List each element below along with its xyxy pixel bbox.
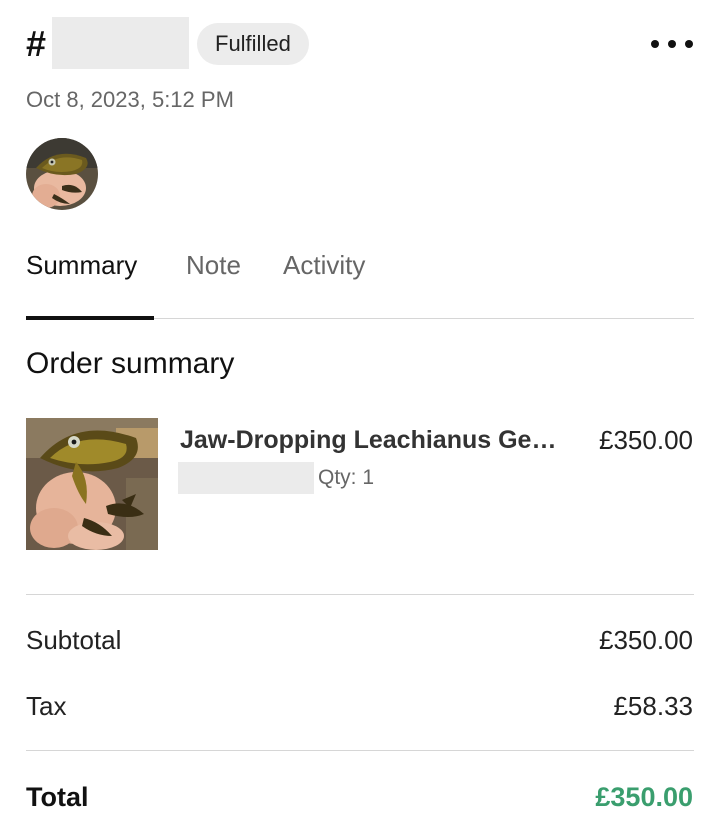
gecko-thumbnail-image — [26, 138, 98, 210]
status-badge: Fulfilled — [197, 23, 309, 65]
tax-label: Tax — [26, 691, 67, 721]
tax-value: £58.33 — [613, 691, 693, 721]
buyer-avatar[interactable] — [26, 138, 98, 210]
dot — [685, 40, 693, 48]
order-number-redacted — [52, 17, 189, 69]
item-variant-redacted — [178, 462, 314, 494]
tab-note[interactable]: Note — [186, 248, 241, 282]
divider — [26, 594, 694, 595]
item-title-link[interactable]: Jaw-Dropping Leachianus Gecko — [180, 422, 570, 458]
tab-summary[interactable]: Summary — [26, 248, 137, 282]
section-title: Order summary — [26, 347, 235, 380]
active-tab-indicator — [26, 316, 154, 320]
dot — [651, 40, 659, 48]
total-label: Total — [26, 782, 89, 812]
subtotal-value: £350.00 — [599, 625, 693, 655]
tab-activity[interactable]: Activity — [283, 248, 365, 282]
dot — [668, 40, 676, 48]
item-thumbnail[interactable] — [26, 418, 158, 550]
order-hash: # — [26, 23, 47, 64]
order-date: Oct 8, 2023, 5:12 PM — [26, 87, 234, 112]
more-options-icon[interactable] — [651, 35, 693, 53]
divider — [26, 750, 694, 751]
item-quantity: Qty: 1 — [318, 466, 375, 489]
subtotal-label: Subtotal — [26, 625, 122, 655]
total-value: £350.00 — [595, 782, 693, 812]
item-price: £350.00 — [599, 425, 693, 455]
gecko-product-image — [26, 418, 158, 550]
